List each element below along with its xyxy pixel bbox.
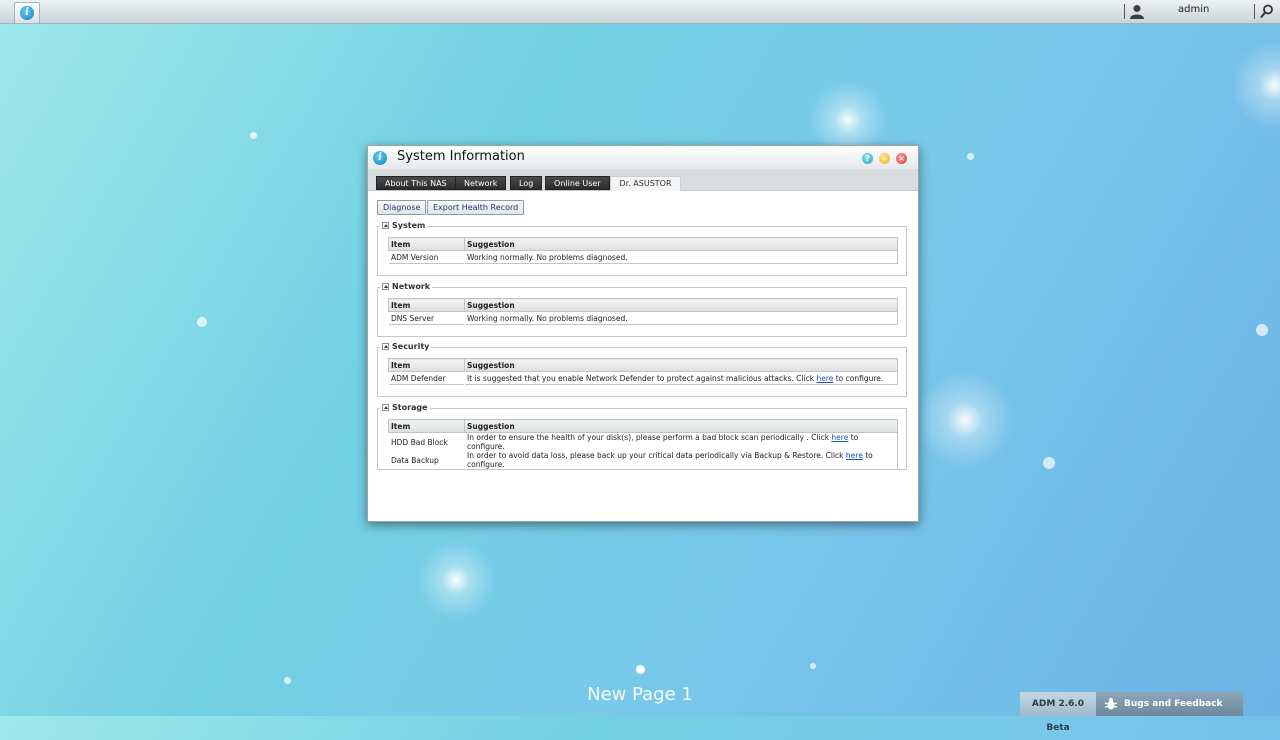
suggestion-text: In order to ensure the health of your di… xyxy=(467,433,832,442)
system-section: System Item Suggestion ADM Version Worki… xyxy=(377,221,907,276)
security-section: Security Item Suggestion ADM Defender It… xyxy=(377,342,907,397)
user-icon[interactable] xyxy=(1130,4,1144,19)
tab-network[interactable]: Network xyxy=(455,176,507,190)
page-indicator-dot[interactable] xyxy=(636,665,645,674)
section-title: Storage xyxy=(392,403,428,412)
diagnose-button[interactable]: Diagnose xyxy=(377,200,427,215)
column-header-item: Item xyxy=(388,298,465,312)
section-legend: Storage xyxy=(380,403,430,412)
feedback-label: Bugs and Feedback xyxy=(1124,699,1223,709)
close-button[interactable]: × xyxy=(896,153,907,164)
divider xyxy=(1254,4,1255,19)
background-dot xyxy=(197,317,207,327)
suggestion-cell: It is suggested that you enable Network … xyxy=(465,372,898,385)
background-dot xyxy=(1256,324,1268,336)
column-header-item: Item xyxy=(388,358,465,372)
network-section: Network Item Suggestion DNS Server Worki… xyxy=(377,282,907,337)
system-table: Item Suggestion ADM Version Working norm… xyxy=(388,237,898,264)
close-icon: × xyxy=(898,154,905,163)
background-glow xyxy=(915,370,1015,470)
system-information-window: i System Information ? – × About This NA… xyxy=(367,145,919,522)
table-row[interactable]: DNS Server Working normally. No problems… xyxy=(388,311,898,325)
info-icon: i xyxy=(20,6,34,20)
section-title: System xyxy=(392,221,426,230)
suggestion-cell: Working normally. No problems diagnosed. xyxy=(467,313,628,323)
background-glow xyxy=(1230,40,1280,130)
column-header-suggestion: Suggestion xyxy=(464,358,898,372)
tab-bar: About This NAS Network Log Online User D… xyxy=(368,169,918,191)
network-table: Item Suggestion DNS Server Working norma… xyxy=(388,298,898,325)
collapse-icon[interactable] xyxy=(382,222,389,229)
bug-icon xyxy=(1104,698,1118,710)
configure-link[interactable]: here xyxy=(816,374,833,383)
collapse-icon[interactable] xyxy=(382,404,389,411)
suggestion-cell: Working normally. No problems diagnosed. xyxy=(467,252,628,262)
security-table: Item Suggestion ADM Defender It is sugge… xyxy=(388,358,898,385)
tab-dr-asustor[interactable]: Dr. ASUSTOR xyxy=(610,176,681,191)
search-icon[interactable] xyxy=(1260,4,1274,19)
export-health-record-button[interactable]: Export Health Record xyxy=(427,200,525,215)
section-title: Security xyxy=(392,342,430,351)
item-cell: HDD Bad Block xyxy=(391,437,448,447)
suggestion-text: It is suggested that you enable Network … xyxy=(467,373,817,383)
column-header-suggestion: Suggestion xyxy=(464,237,898,251)
suggestion-cell: In order to avoid data loss, please back… xyxy=(465,451,898,470)
tab-log[interactable]: Log xyxy=(510,176,543,190)
system-information-taskbar-button[interactable]: i xyxy=(14,2,40,24)
column-header-suggestion: Suggestion xyxy=(464,298,898,312)
table-row[interactable]: ADM Defender It is suggested that you en… xyxy=(388,371,898,385)
background-dot xyxy=(810,663,816,669)
help-button[interactable]: ? xyxy=(862,153,873,164)
background-dot xyxy=(967,153,974,160)
storage-section: Storage Item Suggestion HDD Bad Block In… xyxy=(377,403,907,470)
background-dot xyxy=(284,677,291,684)
bugs-and-feedback-button[interactable]: Bugs and Feedback xyxy=(1096,692,1243,716)
window-titlebar[interactable]: i System Information ? – × xyxy=(368,146,918,169)
item-cell: Data Backup xyxy=(391,455,439,465)
item-cell: ADM Defender xyxy=(391,373,446,383)
storage-table: Item Suggestion HDD Bad Block In order t… xyxy=(388,419,898,470)
table-row[interactable]: HDD Bad Block In order to ensure the hea… xyxy=(388,432,898,451)
version-badge: ADM 2.6.0 Beta xyxy=(1020,692,1096,733)
section-legend: Security xyxy=(380,342,432,351)
info-icon: i xyxy=(373,151,387,165)
suggestion-cell: In order to ensure the health of your di… xyxy=(465,433,898,451)
column-header-item: Item xyxy=(388,419,465,433)
desktop-page-name[interactable]: New Page 1 xyxy=(540,684,740,705)
section-legend: System xyxy=(380,221,428,230)
configure-link[interactable]: here xyxy=(846,451,863,460)
divider xyxy=(1124,4,1125,19)
configure-link[interactable]: here xyxy=(831,433,848,442)
collapse-icon[interactable] xyxy=(382,283,389,290)
minimize-button[interactable]: – xyxy=(879,153,890,164)
column-header-item: Item xyxy=(388,237,465,251)
suggestion-text: to configure. xyxy=(833,373,884,383)
background-dot xyxy=(250,132,257,139)
column-header-suggestion: Suggestion xyxy=(464,419,898,433)
background-dot xyxy=(1043,457,1055,469)
suggestion-text: In order to avoid data loss, please back… xyxy=(467,451,846,460)
background-glow xyxy=(416,540,496,620)
item-cell: ADM Version xyxy=(391,252,439,262)
username-label[interactable]: admin xyxy=(1178,4,1209,15)
question-icon: ? xyxy=(865,154,870,163)
top-bar: i admin xyxy=(0,0,1280,24)
minus-icon: – xyxy=(882,154,887,163)
table-row[interactable]: Data Backup In order to avoid data loss,… xyxy=(388,451,898,470)
table-row[interactable]: ADM Version Working normally. No problem… xyxy=(388,250,898,264)
collapse-icon[interactable] xyxy=(382,343,389,350)
section-legend: Network xyxy=(380,282,433,291)
item-cell: DNS Server xyxy=(391,313,435,323)
tab-about-this-nas[interactable]: About This NAS xyxy=(376,176,456,190)
section-title: Network xyxy=(392,282,431,291)
tab-online-user[interactable]: Online User xyxy=(545,176,610,190)
window-title: System Information xyxy=(397,149,525,164)
